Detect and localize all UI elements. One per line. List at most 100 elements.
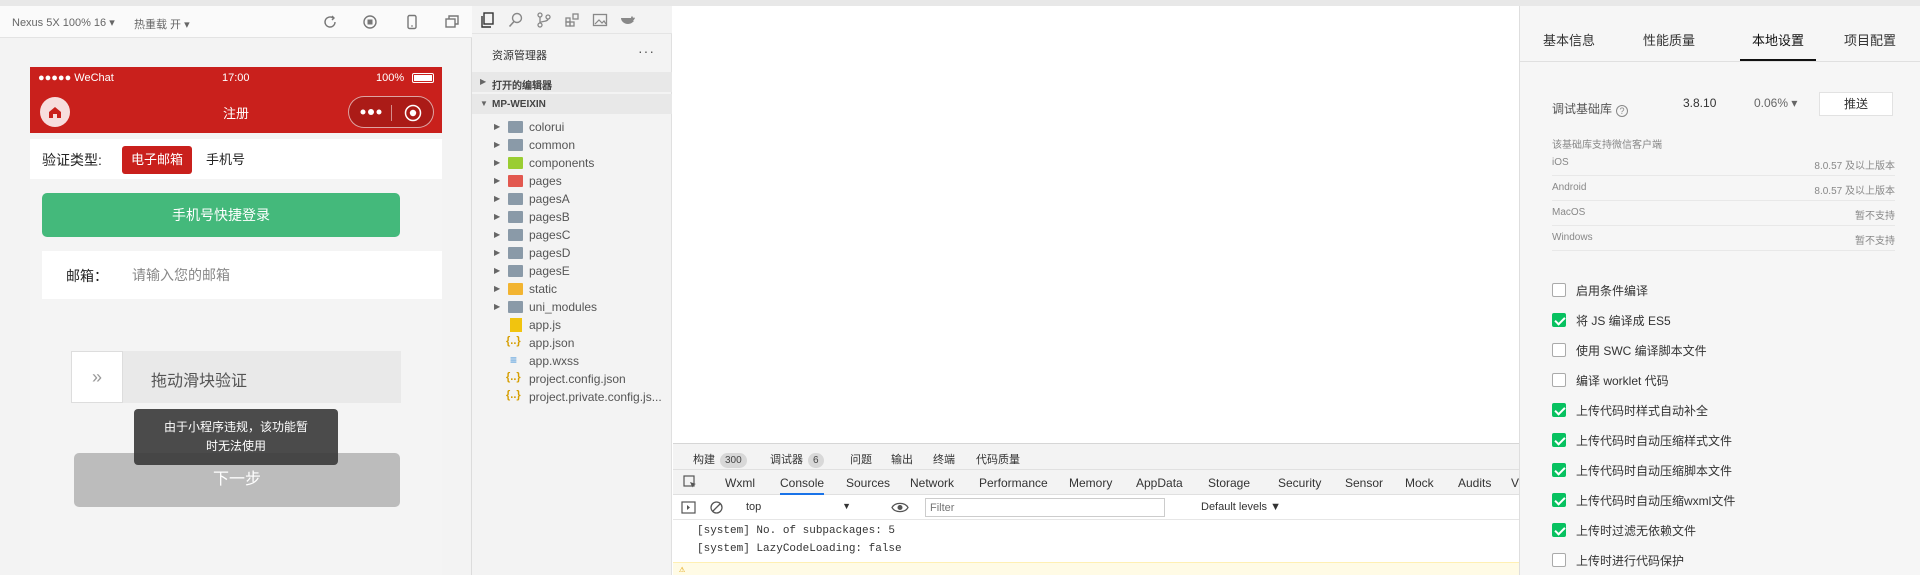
windows-icon[interactable] <box>444 14 460 30</box>
checkbox-checked[interactable] <box>1552 403 1566 417</box>
checkbox-checked[interactable] <box>1552 433 1566 447</box>
tab-security[interactable]: Security <box>1278 476 1321 490</box>
image-icon[interactable] <box>592 12 608 28</box>
email-input[interactable] <box>132 259 412 291</box>
open-editors-section[interactable]: ▶ 打开的编辑器 <box>472 72 672 92</box>
tab-code-quality[interactable]: 代码质量 <box>976 451 1020 467</box>
device-select[interactable]: Nexus 5X 100% 16 ▾ <box>12 16 115 29</box>
tab-appdata[interactable]: AppData <box>1136 476 1183 490</box>
tab-sensor[interactable]: Sensor <box>1345 476 1383 490</box>
option-js-to-es5[interactable]: 将 JS 编译成 ES5 <box>1552 310 1892 330</box>
tab-debugger[interactable]: 调试器 6 <box>770 451 824 468</box>
more-dots-icon[interactable] <box>359 107 383 117</box>
tab-sources[interactable]: Sources <box>846 476 890 490</box>
tab-output[interactable]: 输出 <box>891 451 913 467</box>
checkbox-checked[interactable] <box>1552 493 1566 507</box>
phone-icon[interactable] <box>404 14 420 30</box>
os-name: Windows <box>1552 232 1593 243</box>
clear-console-icon[interactable] <box>709 500 724 515</box>
option-conditional-compile[interactable]: 启用条件编译 <box>1552 280 1892 300</box>
support-row: MacOS 暂不支持 <box>1552 201 1895 226</box>
warning-icon: ⚠ <box>679 565 686 575</box>
docker-icon[interactable] <box>620 12 636 28</box>
slider-captcha: » 拖动滑块验证 <box>71 351 401 403</box>
chevron-right-icon: ▶ <box>494 212 501 221</box>
active-tab-underline <box>1740 59 1816 61</box>
pages-folder-icon <box>508 175 523 187</box>
option-label: 上传时进行代码保护 <box>1576 554 1685 568</box>
checkbox[interactable] <box>1552 553 1566 567</box>
tab-mock[interactable]: Mock <box>1405 476 1434 490</box>
option-code-protect[interactable]: 上传时进行代码保护 <box>1552 550 1892 570</box>
tab-build[interactable]: 构建 300 <box>693 451 747 468</box>
tab-project-config[interactable]: 项目配置 <box>1844 30 1896 49</box>
lib-usage-percent[interactable]: 0.06% ▾ <box>1754 96 1797 110</box>
option-label: 启用条件编译 <box>1576 284 1649 298</box>
tab-overflow[interactable]: V <box>1511 476 1519 490</box>
tab-performance[interactable]: Performance <box>979 476 1048 490</box>
editor-area[interactable] <box>673 6 1519 443</box>
search-icon[interactable] <box>508 12 524 28</box>
project-section[interactable]: ▼ MP-WEIXIN <box>472 94 672 114</box>
checkbox[interactable] <box>1552 343 1566 357</box>
tab-performance-quality[interactable]: 性能质量 <box>1643 30 1695 49</box>
static-folder-icon <box>508 283 523 295</box>
option-minify-style[interactable]: 上传代码时自动压缩样式文件 <box>1552 430 1892 450</box>
phone-quick-login-button[interactable]: 手机号快捷登录 <box>42 193 400 237</box>
checkbox-checked[interactable] <box>1552 313 1566 327</box>
phone-type-chip[interactable]: 手机号 <box>206 146 266 174</box>
option-swc-compile[interactable]: 使用 SWC 编译脚本文件 <box>1552 340 1892 360</box>
email-type-chip[interactable]: 电子邮箱 <box>122 146 192 174</box>
capsule-menu[interactable] <box>348 96 434 128</box>
checkbox-checked[interactable] <box>1552 463 1566 477</box>
checkbox-checked[interactable] <box>1552 523 1566 537</box>
option-minify-wxml[interactable]: 上传代码时自动压缩wxml文件 <box>1552 490 1892 510</box>
lib-version-select[interactable]: 3.8.10 <box>1683 96 1716 110</box>
extensions-icon[interactable] <box>564 12 580 28</box>
stop-icon[interactable] <box>362 14 378 30</box>
tree-item-label: project.private.config.js... <box>529 390 662 404</box>
devtools-panel: 构建 300 调试器 6 问题 输出 终端 代码质量 Wxml Console So… <box>673 443 1519 575</box>
chevron-right-icon: ▶ <box>494 140 501 149</box>
option-worklet[interactable]: 编译 worklet 代码 <box>1552 370 1892 390</box>
option-minify-script[interactable]: 上传代码时自动压缩脚本文件 <box>1552 460 1892 480</box>
checkbox[interactable] <box>1552 373 1566 387</box>
devtools-window: Nexus 5X 100% 16 ▾ 热重载 开 ▾ ●●●●● WeChat … <box>0 0 1920 575</box>
tree-item-label: pagesA <box>529 192 570 206</box>
verify-type-label: 验证类型: <box>42 152 102 168</box>
tab-wxml[interactable]: Wxml <box>725 476 755 490</box>
console-warning-line: ⚠ <box>673 562 1519 575</box>
slider-handle[interactable]: » <box>71 351 123 403</box>
hot-reload-select[interactable]: 热重载 开 ▾ <box>134 16 190 32</box>
tab-console[interactable]: Console <box>780 476 825 495</box>
console-filter-input[interactable] <box>925 498 1165 517</box>
tab-local-settings[interactable]: 本地设置 <box>1752 30 1804 49</box>
log-levels-select[interactable]: Default levels ▼ <box>1201 501 1281 513</box>
refresh-icon[interactable] <box>322 14 338 30</box>
tab-memory[interactable]: Memory <box>1069 476 1112 490</box>
push-button[interactable]: 推送 <box>1819 92 1893 116</box>
option-style-autocomplete[interactable]: 上传代码时样式自动补全 <box>1552 400 1892 420</box>
chevron-right-icon: ▶ <box>494 284 501 293</box>
context-select[interactable]: top ▼ <box>742 499 855 516</box>
tree-file[interactable]: {..} project.private.config.js... <box>472 386 672 408</box>
tab-audits[interactable]: Audits <box>1458 476 1491 490</box>
help-icon[interactable]: ? <box>1616 105 1629 117</box>
tab-problems[interactable]: 问题 <box>850 451 872 467</box>
tab-storage[interactable]: Storage <box>1208 476 1250 490</box>
caret-down-icon: ▼ <box>842 501 851 511</box>
explorer-more-button[interactable]: ··· <box>638 43 655 59</box>
files-icon[interactable] <box>480 12 496 28</box>
checkbox[interactable] <box>1552 283 1566 297</box>
option-filter-unused[interactable]: 上传时过滤无依赖文件 <box>1552 520 1892 540</box>
support-title: 该基础库支持微信客户端 <box>1552 140 1662 151</box>
tab-network[interactable]: Network <box>910 476 954 490</box>
close-capsule-icon[interactable] <box>404 104 422 122</box>
sidebar-toggle-icon[interactable] <box>681 500 696 515</box>
tab-terminal[interactable]: 终端 <box>933 451 955 467</box>
eye-icon[interactable] <box>891 500 909 515</box>
tab-basic-info[interactable]: 基本信息 <box>1543 30 1595 49</box>
toast-message: 由于小程序违规，该功能暂 时无法使用 <box>134 409 338 465</box>
source-control-icon[interactable] <box>536 12 552 28</box>
inspect-element-icon[interactable] <box>683 475 698 490</box>
